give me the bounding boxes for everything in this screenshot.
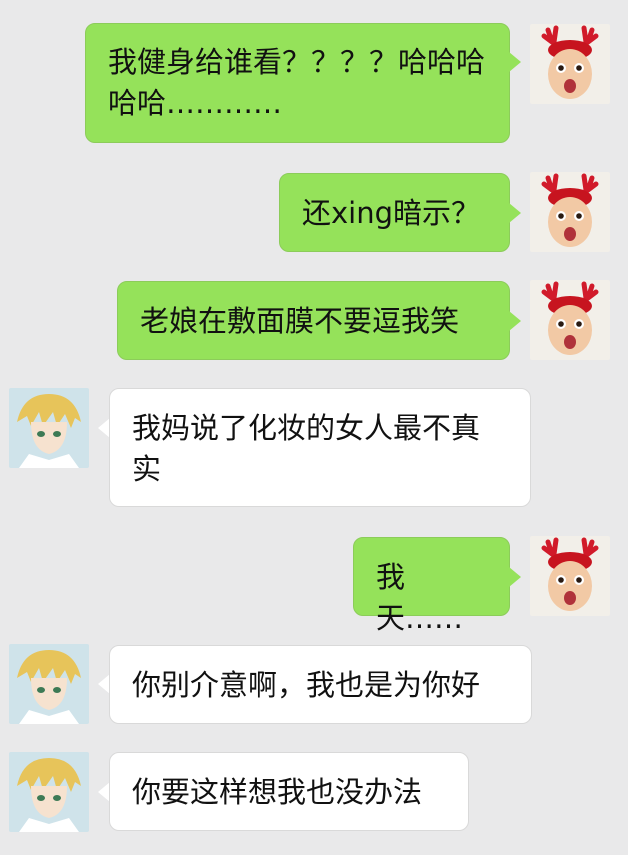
bubble-tail [509, 52, 521, 72]
message-bubble-received[interactable]: 你要这样想我也没办法 [109, 752, 469, 831]
message-bubble-received[interactable]: 我妈说了化妆的女人最不真实 [109, 388, 531, 507]
anime-boy-icon [9, 388, 89, 468]
baby-face-icon [530, 172, 610, 252]
baby-reindeer-avatar[interactable] [530, 24, 610, 104]
anime-blonde-boy-avatar[interactable] [9, 388, 89, 468]
anime-blonde-boy-avatar[interactable] [9, 644, 89, 724]
anime-boy-icon [9, 752, 89, 832]
message-bubble-sent[interactable]: 我天…… [353, 537, 510, 635]
bubble-tail [509, 567, 521, 587]
message-bubble-sent[interactable]: 还xing暗示？ [279, 173, 510, 252]
baby-face-icon [530, 24, 610, 104]
baby-face-icon [530, 280, 610, 360]
baby-face-icon [530, 536, 610, 616]
baby-reindeer-avatar[interactable] [530, 280, 610, 360]
message-bubble-sent[interactable]: 我健身给谁看？？？？哈哈哈哈哈………… [85, 23, 510, 143]
message-bubble-sent[interactable]: 老娘在敷面膜不要逗我笑 [117, 281, 510, 360]
bubble-tail [509, 311, 521, 331]
baby-reindeer-avatar[interactable] [530, 536, 610, 616]
baby-reindeer-avatar[interactable] [530, 172, 610, 252]
anime-blonde-boy-avatar[interactable] [9, 752, 89, 832]
bubble-tail [509, 203, 521, 223]
message-bubble-received[interactable]: 你别介意啊，我也是为你好 [109, 645, 532, 724]
anime-boy-icon [9, 644, 89, 724]
